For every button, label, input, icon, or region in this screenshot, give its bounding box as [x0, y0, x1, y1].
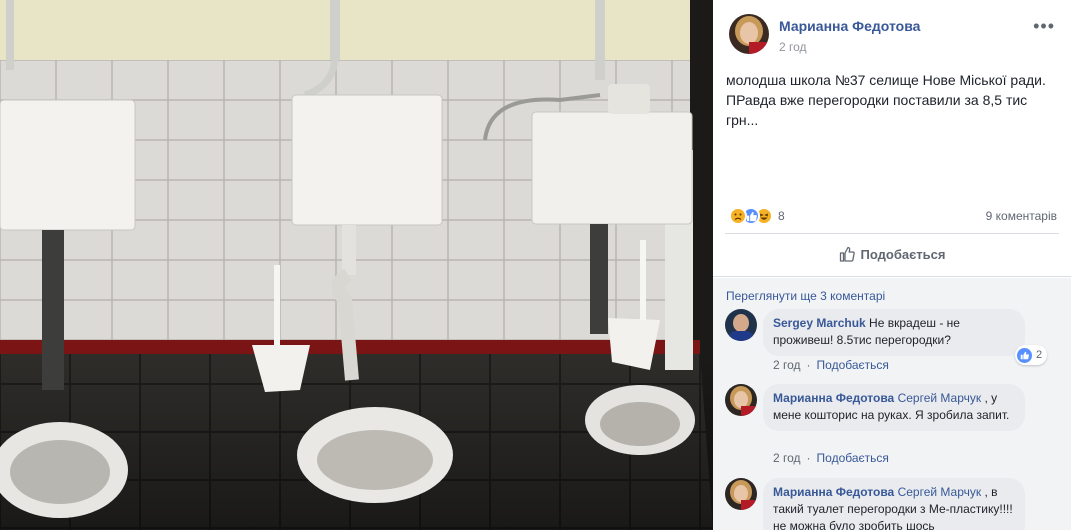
commenter-name[interactable]: Sergey Marchuk [773, 316, 866, 330]
thumbs-up-icon [839, 246, 855, 262]
commenter-name[interactable]: Марианна Федотова [773, 391, 894, 405]
sad-reaction-icon [729, 207, 747, 225]
comment-like-link[interactable]: Подобається [817, 451, 889, 465]
comment-time[interactable]: 2 год [773, 451, 801, 465]
like-button[interactable]: Подобається [713, 238, 1071, 270]
post-author[interactable]: Марианна Федотова [779, 18, 920, 34]
comment-likes-badge[interactable]: 2 [1015, 345, 1048, 365]
commenter-avatar[interactable] [725, 309, 757, 341]
comment-bubble: Sergey Marchuk Не вкрадеш - не проживеш!… [763, 309, 1025, 356]
reactions-count: 8 [778, 209, 785, 223]
comment-like-link[interactable]: Подобається [817, 358, 889, 372]
post-text: молодша школа №37 селище Нове Міської ра… [726, 72, 1046, 128]
post-header: Марианна Федотова 2 год ••• [729, 14, 1061, 58]
like-button-label: Подобається [860, 246, 946, 262]
mentioned-user[interactable]: Сергей Марчук [898, 485, 982, 499]
comment-likes-count: 2 [1036, 349, 1043, 361]
comment-bubble: Марианна Федотова Сергей Марчук , в таки… [763, 478, 1025, 530]
comment-time[interactable]: 2 год [773, 358, 801, 372]
post-photo[interactable] [0, 0, 713, 530]
comments-section: Переглянути ще 3 коментарі Sergey Marchu… [713, 278, 1071, 530]
divider [725, 233, 1059, 234]
comment-meta: 2 год · Подобається [773, 451, 889, 465]
comments-count[interactable]: 9 коментарів [986, 209, 1057, 223]
commenter-avatar[interactable] [725, 478, 757, 510]
post-time[interactable]: 2 год [779, 40, 807, 54]
comment: Марианна Федотова Сергей Марчук , у мене… [725, 384, 1061, 465]
restroom-photo [0, 0, 713, 530]
post-sidebar: Марианна Федотова 2 год ••• молодша школ… [713, 0, 1071, 530]
divider [713, 276, 1071, 277]
reactions-summary[interactable]: 8 [729, 206, 785, 226]
more-options-icon[interactable]: ••• [1033, 16, 1055, 37]
comment: Sergey Marchuk Не вкрадеш - не проживеш!… [725, 309, 1061, 379]
view-more-comments-link[interactable]: Переглянути ще 3 коментарі [726, 289, 885, 303]
like-mini-icon [1017, 347, 1032, 363]
comment: Марианна Федотова Сергей Марчук , в таки… [725, 478, 1061, 530]
comment-meta: 2 год · Подобається [773, 358, 889, 372]
commenter-avatar[interactable] [725, 384, 757, 416]
commenter-name[interactable]: Марианна Федотова [773, 485, 894, 499]
comment-bubble: Марианна Федотова Сергей Марчук , у мене… [763, 384, 1025, 431]
mentioned-user[interactable]: Сергей Марчук [898, 391, 982, 405]
author-avatar[interactable] [729, 14, 769, 54]
